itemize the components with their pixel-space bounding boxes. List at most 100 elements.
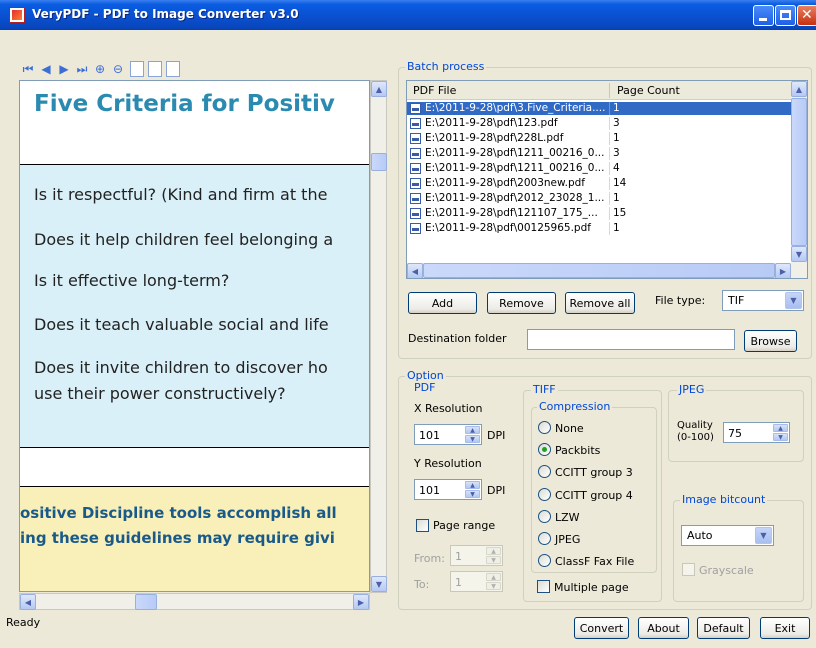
minimize-button[interactable] (753, 5, 774, 26)
maximize-button[interactable] (775, 5, 796, 26)
table-row[interactable]: E:\2011-9-28\pdf\228L.pdf 1 (407, 132, 791, 145)
spin-up-icon[interactable]: ▲ (465, 426, 480, 434)
compression-option-label: None (555, 422, 584, 435)
x-resolution-stepper[interactable]: 101 ▲ ▼ (414, 424, 482, 445)
image-bitcount-legend: Image bitcount (680, 493, 768, 506)
compression-radio[interactable] (538, 532, 551, 545)
page-range-checkbox[interactable] (416, 519, 429, 532)
pdf-preview[interactable]: Five Criteria for Positiv Is it respectf… (19, 80, 370, 592)
compression-radio[interactable] (538, 487, 551, 501)
spin-down-icon[interactable]: ▼ (465, 435, 480, 443)
y-resolution-stepper[interactable]: 101 ▲ ▼ (414, 479, 482, 500)
grayscale-label: Grayscale (699, 564, 754, 577)
quality-range-label: (0-100) (677, 432, 714, 443)
about-button[interactable]: About (638, 617, 689, 639)
compression-option-label: Packbits (555, 444, 601, 458)
scroll-left-icon[interactable]: ◀ (20, 594, 36, 610)
exit-button[interactable]: Exit (760, 617, 810, 639)
table-row[interactable]: E:\2011-9-28\pdf\3.Five_Criteria.... 1 (407, 102, 791, 115)
quality-stepper[interactable]: 75 ▲ ▼ (723, 422, 790, 443)
pdf-file-icon (410, 208, 421, 219)
previous-page-icon[interactable]: ◀ (38, 61, 54, 77)
list-vertical-scrollbar[interactable]: ▲ ▼ (791, 81, 807, 263)
column-header-page-count[interactable]: Page Count (617, 84, 680, 97)
pdf-file-icon (410, 103, 421, 114)
last-page-icon[interactable]: ⏭ (74, 61, 90, 77)
preview-title: Five Criteria for Positiv (34, 91, 335, 117)
zoom-in-icon[interactable]: ⊕ (92, 61, 108, 77)
page-range-label: Page range (433, 519, 496, 532)
batch-process-legend: Batch process (405, 60, 487, 73)
window-title: VeryPDF - PDF to Image Converter v3.0 (32, 7, 299, 21)
pdf-file-icon (410, 118, 421, 129)
pdf-file-icon (410, 133, 421, 144)
spin-up-icon[interactable]: ▲ (465, 481, 480, 489)
preview-line: Does it invite children to discover ho (34, 358, 328, 377)
list-horizontal-scrollbar[interactable]: ◀ ▶ (407, 263, 807, 278)
horizontal-scroll-thumb[interactable] (135, 594, 157, 610)
list-scroll-thumb[interactable] (791, 98, 807, 246)
scroll-down-icon[interactable]: ▼ (791, 246, 807, 262)
scroll-up-icon[interactable]: ▲ (791, 81, 807, 97)
scroll-up-icon[interactable]: ▲ (371, 81, 387, 97)
file-path-cell: E:\2011-9-28\pdf\00125965.pdf (425, 222, 591, 234)
preview-line: Does it help children feel belonging a (34, 230, 334, 249)
zoom-out-icon[interactable]: ⊖ (110, 61, 126, 77)
pdf-file-list[interactable]: PDF File Page Count E:\2011-9-28\pdf\3.F… (406, 80, 808, 279)
add-button[interactable]: Add (408, 292, 477, 314)
table-row[interactable]: E:\2011-9-28\pdf\1211_00216_0... 4 (407, 162, 791, 175)
from-page-stepper[interactable]: 1 ▲ ▼ (450, 545, 503, 566)
spin-down-icon[interactable]: ▼ (465, 490, 480, 498)
chevron-down-icon: ▼ (785, 292, 802, 309)
convert-button[interactable]: Convert (574, 617, 629, 639)
file-type-select[interactable]: TIF ▼ (722, 290, 804, 311)
first-page-icon[interactable]: ⏮ (20, 61, 36, 77)
vertical-scroll-thumb[interactable] (371, 153, 387, 171)
list-hscroll-thumb[interactable] (423, 263, 775, 278)
tiff-legend: TIFF (531, 383, 558, 396)
page-count-cell: 3 (613, 117, 620, 129)
destination-folder-input[interactable] (527, 329, 735, 350)
status-text: Ready (6, 616, 41, 629)
table-row[interactable]: E:\2011-9-28\pdf\1211_00216_0... 3 (407, 147, 791, 160)
scroll-left-icon[interactable]: ◀ (407, 263, 423, 278)
grayscale-checkbox[interactable] (682, 563, 695, 576)
preview-vertical-scrollbar[interactable]: ▲ ▼ (370, 80, 387, 593)
scroll-right-icon[interactable]: ▶ (775, 263, 791, 278)
spin-up-icon[interactable]: ▲ (773, 424, 788, 432)
title-bar: VeryPDF - PDF to Image Converter v3.0 ✕ (0, 0, 816, 30)
remove-all-button[interactable]: Remove all (565, 292, 635, 314)
scroll-down-icon[interactable]: ▼ (371, 576, 387, 592)
table-row[interactable]: E:\2011-9-28\pdf\2012_23028_1... 1 (407, 192, 791, 205)
table-row[interactable]: E:\2011-9-28\pdf\121107_175_... 15 (407, 207, 791, 220)
browse-button[interactable]: Browse (744, 330, 797, 352)
table-row[interactable]: E:\2011-9-28\pdf\123.pdf 3 (407, 117, 791, 130)
compression-radio[interactable] (538, 421, 551, 434)
viewer-toolbar: ⏮ ◀ ▶ ⏭ ⊕ ⊖ (20, 61, 180, 79)
compression-radio[interactable] (538, 509, 551, 523)
to-page-stepper[interactable]: 1 ▲ ▼ (450, 571, 503, 592)
dpi-label: DPI (487, 429, 506, 442)
close-button[interactable]: ✕ (797, 5, 816, 26)
continuous-page-icon[interactable] (166, 61, 180, 77)
file-type-label: File type: (655, 294, 706, 307)
compression-legend: Compression (537, 400, 613, 413)
spin-down-icon[interactable]: ▼ (773, 433, 788, 441)
table-row[interactable]: E:\2011-9-28\pdf\2003new.pdf 14 (407, 177, 791, 190)
next-page-icon[interactable]: ▶ (56, 61, 72, 77)
remove-button[interactable]: Remove (487, 292, 556, 314)
page-count-cell: 1 (613, 132, 620, 144)
single-page-icon[interactable] (130, 61, 144, 77)
compression-option-label: JPEG (555, 533, 581, 546)
default-button[interactable]: Default (697, 617, 750, 639)
column-header-pdf-file[interactable]: PDF File (413, 84, 456, 97)
y-resolution-label: Y Resolution (414, 457, 482, 470)
file-path-cell: E:\2011-9-28\pdf\2012_23028_1... (425, 192, 605, 204)
two-page-icon[interactable] (148, 61, 162, 77)
bitcount-select[interactable]: Auto ▼ (681, 525, 774, 546)
preview-horizontal-scrollbar[interactable]: ◀ ▶ (19, 593, 370, 610)
table-row[interactable]: E:\2011-9-28\pdf\00125965.pdf 1 (407, 222, 791, 235)
multiple-page-checkbox[interactable] (537, 580, 550, 593)
scroll-right-icon[interactable]: ▶ (353, 594, 369, 610)
page-count-cell: 1 (613, 102, 620, 114)
